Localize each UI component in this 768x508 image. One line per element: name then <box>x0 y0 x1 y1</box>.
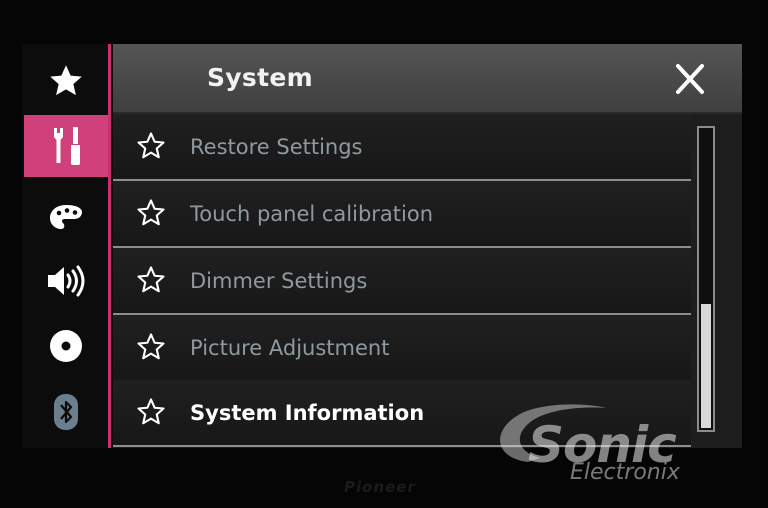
star-outline-icon[interactable] <box>136 131 166 161</box>
scrollbar[interactable] <box>697 126 715 432</box>
head-unit-screen: System Restore Settings Touch panel cali… <box>22 44 742 448</box>
star-outline-icon[interactable] <box>136 265 166 295</box>
speaker-icon <box>48 265 85 297</box>
panel-header: System <box>113 44 742 114</box>
palette-icon <box>50 205 82 229</box>
menu-item-label: Restore Settings <box>190 134 363 159</box>
bluetooth-icon <box>54 394 78 430</box>
watermark-logo: Sonic Electronix <box>488 398 738 492</box>
page-title: System <box>207 63 313 92</box>
star-outline-icon[interactable] <box>136 397 166 427</box>
sidebar-item-disc[interactable] <box>24 315 108 377</box>
menu-item-label: System Information <box>190 400 425 425</box>
menu-item-picture-adjustment[interactable]: Picture Adjustment <box>113 315 691 382</box>
disc-icon <box>50 330 82 362</box>
menu-item-dimmer-settings[interactable]: Dimmer Settings <box>113 248 691 315</box>
sidebar-divider <box>108 44 111 448</box>
sidebar-item-favorites[interactable] <box>24 50 108 112</box>
device-brand-logo: Pioneer <box>344 478 416 496</box>
sidebar-item-system[interactable] <box>24 115 108 177</box>
star-icon <box>50 65 82 96</box>
sidebar-item-audio[interactable] <box>24 250 108 312</box>
close-icon[interactable] <box>672 63 708 95</box>
menu-item-label: Touch panel calibration <box>190 201 434 226</box>
sidebar-item-bluetooth[interactable] <box>24 381 108 443</box>
menu-item-label: Dimmer Settings <box>190 268 368 293</box>
watermark-text-electronix: Electronix <box>570 460 680 485</box>
menu-item-touch-panel-calibration[interactable]: Touch panel calibration <box>113 181 691 248</box>
sidebar <box>22 44 110 448</box>
star-outline-icon[interactable] <box>136 198 166 228</box>
settings-panel: System Restore Settings Touch panel cali… <box>113 44 742 448</box>
sidebar-item-theme[interactable] <box>24 186 108 248</box>
menu-item-restore-settings[interactable]: Restore Settings <box>113 114 691 181</box>
star-outline-icon[interactable] <box>136 332 166 362</box>
menu-item-label: Picture Adjustment <box>190 335 390 360</box>
tools-icon <box>54 127 80 165</box>
